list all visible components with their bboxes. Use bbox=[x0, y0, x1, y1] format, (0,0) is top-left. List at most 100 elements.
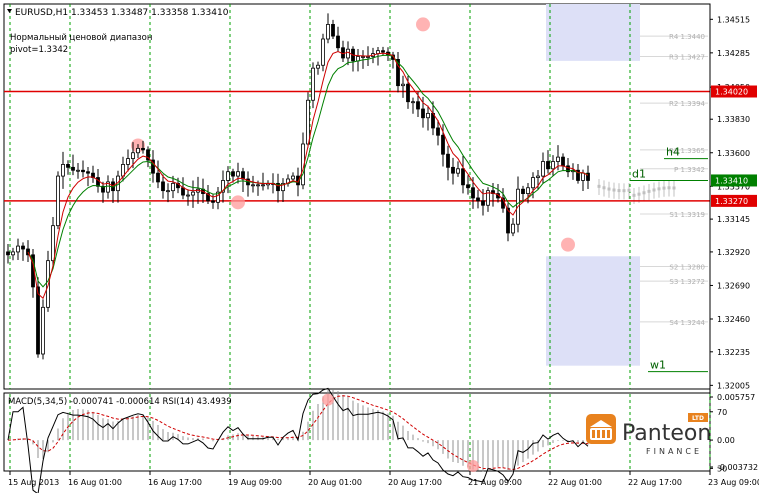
ghost-body bbox=[617, 189, 621, 193]
candle-body bbox=[306, 99, 310, 145]
logo-sub: FINANCE bbox=[646, 447, 702, 456]
highlight-marker bbox=[231, 195, 245, 210]
macd-header: MACD(5,34,5) -0.000741 -0.000614 RSI(14)… bbox=[8, 397, 232, 407]
pivot-text: pivot=1.3342 bbox=[10, 45, 68, 55]
candle-body bbox=[156, 172, 160, 183]
pivot-label: P 1.3342 bbox=[674, 166, 705, 174]
candle-body bbox=[456, 168, 460, 174]
candle-body bbox=[121, 164, 125, 177]
candle-body bbox=[421, 108, 425, 119]
candle-body bbox=[406, 83, 410, 103]
candle-body bbox=[326, 24, 330, 40]
candle-body bbox=[581, 172, 585, 181]
pivot-label: R2 1.3394 bbox=[669, 100, 706, 108]
pivot-label: S4 1.3244 bbox=[669, 319, 705, 327]
time-tick-label: 20 Aug 17:00 bbox=[388, 478, 442, 487]
ghost-body bbox=[612, 188, 616, 192]
macd-tick-label: 0.005757 bbox=[717, 393, 755, 402]
timeframe-label: d1 bbox=[632, 168, 646, 181]
candle-body bbox=[451, 166, 455, 174]
candle-body bbox=[36, 286, 40, 355]
candle-body bbox=[521, 188, 525, 194]
candle-body bbox=[511, 223, 515, 234]
candle-body bbox=[531, 177, 535, 189]
timeframe-label: w1 bbox=[650, 359, 666, 372]
ghost-body bbox=[597, 184, 601, 188]
time-tick-label: 22 Aug 17:00 bbox=[628, 478, 682, 487]
candle-body bbox=[166, 190, 170, 193]
ghost-body bbox=[622, 189, 626, 193]
candle-body bbox=[426, 112, 430, 119]
candle-body bbox=[71, 166, 75, 171]
pivot-label: R3 1.3427 bbox=[669, 54, 705, 62]
candle-body bbox=[346, 48, 350, 59]
ghost-body bbox=[637, 192, 641, 196]
candle-body bbox=[331, 24, 335, 37]
candle-body bbox=[61, 164, 65, 177]
candle-body bbox=[171, 182, 175, 192]
candle-body bbox=[186, 194, 190, 197]
candle-body bbox=[81, 169, 85, 173]
price-tick-label: 1.32460 bbox=[717, 315, 750, 324]
ghost-body bbox=[667, 186, 671, 190]
candle-body bbox=[316, 64, 320, 69]
candle-body bbox=[11, 251, 15, 256]
lower-zone bbox=[546, 256, 640, 366]
candle-body bbox=[236, 171, 240, 177]
highlight-marker bbox=[561, 237, 575, 252]
candle-body bbox=[256, 184, 260, 187]
price-tick-label: 1.34285 bbox=[717, 49, 750, 58]
range-title: Нормальный ценовой диапазон bbox=[10, 33, 152, 43]
candle-body bbox=[556, 156, 560, 162]
candle-body bbox=[96, 177, 100, 187]
level-price-label: 1.33270 bbox=[715, 197, 748, 206]
candle-body bbox=[241, 171, 245, 180]
price-tick-label: 1.34515 bbox=[717, 15, 750, 24]
candle-body bbox=[131, 152, 135, 159]
candle-body bbox=[466, 184, 470, 189]
candle-body bbox=[551, 161, 555, 170]
candle-body bbox=[6, 251, 10, 256]
price-tick-label: 1.32005 bbox=[717, 381, 750, 390]
macd-tick-label: -0.003732 bbox=[717, 463, 758, 472]
macd-tick-label: 0.00 bbox=[717, 436, 735, 445]
candle-body bbox=[86, 171, 90, 174]
candle-body bbox=[471, 187, 475, 199]
candle-body bbox=[51, 225, 55, 262]
upper-zone bbox=[546, 4, 640, 61]
candle-body bbox=[21, 245, 25, 250]
candle-body bbox=[361, 56, 365, 58]
candle-body bbox=[56, 175, 60, 227]
ghost-body bbox=[672, 186, 676, 190]
macd-highlight-marker bbox=[322, 393, 334, 406]
candle-body bbox=[546, 161, 550, 170]
pivot-label: S1 1.3319 bbox=[669, 211, 705, 219]
time-tick-label: 20 Aug 01:00 bbox=[308, 478, 362, 487]
ghost-body bbox=[647, 189, 651, 193]
symbol-quote-line: EURUSD,H1 1.33453 1.33487 1.33358 1.3341… bbox=[15, 8, 229, 18]
time-tick-label: 22 Aug 01:00 bbox=[548, 478, 602, 487]
candle-body bbox=[526, 187, 530, 194]
candle-body bbox=[141, 147, 145, 151]
pivot-label: S3 1.3272 bbox=[669, 278, 705, 286]
pivot-label: S2 1.3280 bbox=[669, 264, 705, 272]
logo-name: Panteon bbox=[622, 421, 711, 446]
current-price-label: 1.33410 bbox=[715, 176, 748, 185]
candle-body bbox=[536, 175, 540, 178]
timeframe-label: h4 bbox=[666, 146, 680, 159]
ghost-body bbox=[607, 187, 611, 191]
candle-body bbox=[441, 134, 445, 155]
candle-body bbox=[311, 67, 315, 101]
candle-body bbox=[16, 245, 20, 253]
macd-highlight-marker bbox=[467, 459, 479, 472]
ghost-body bbox=[657, 187, 661, 191]
candle-body bbox=[476, 197, 480, 202]
price-tick-label: 1.32690 bbox=[717, 281, 750, 290]
candle-body bbox=[251, 184, 255, 187]
candle-body bbox=[336, 35, 340, 49]
time-tick-label: 23 Aug 09:00 bbox=[708, 478, 759, 487]
chart: R4 1.3440R3 1.3427R2 1.3394R1 1.3365P 1.… bbox=[0, 0, 759, 493]
candle-body bbox=[226, 171, 230, 181]
candle-body bbox=[381, 50, 385, 53]
time-tick-label: 15 Aug 2013 bbox=[8, 478, 59, 487]
